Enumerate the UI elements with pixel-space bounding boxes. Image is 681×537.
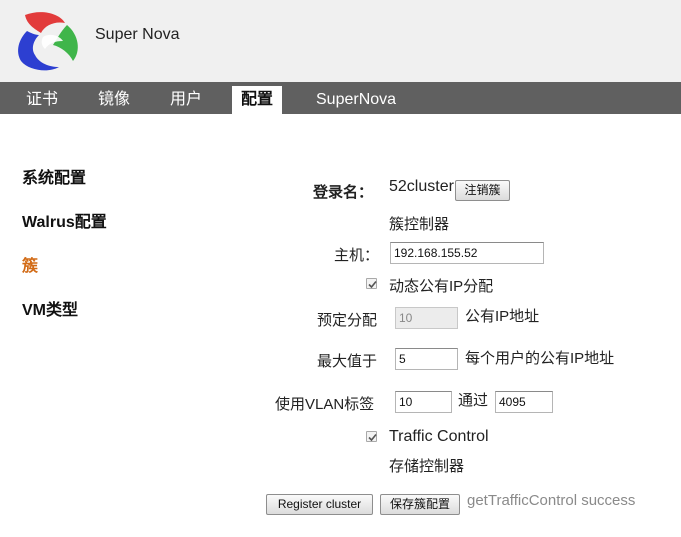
traffic-control-label: Traffic Control: [389, 428, 489, 445]
register-cluster-button[interactable]: Register cluster: [266, 494, 373, 515]
checkmark-icon: [368, 433, 377, 442]
supernova-logo-icon: [18, 12, 78, 71]
checkmark-icon: [368, 280, 377, 289]
vlan-label: 使用VLAN标签: [275, 396, 375, 413]
app-title: Super Nova: [95, 26, 180, 43]
dynamic-public-ip-label: 动态公有IP分配: [389, 278, 494, 295]
tab-certificates[interactable]: 证书: [26, 82, 58, 114]
sidebar-item-vm-types[interactable]: VM类型: [22, 296, 78, 320]
status-message: getTrafficControl success: [467, 492, 636, 509]
vlan-through-label: 通过: [458, 392, 489, 409]
max-label: 最大值于: [317, 353, 378, 370]
tab-configuration[interactable]: 配置: [232, 86, 283, 114]
storage-controller-heading: 存储控制器: [389, 458, 465, 475]
reserved-label: 预定分配: [317, 312, 378, 329]
vlan-to-input[interactable]: [495, 391, 553, 413]
reserved-ip-input[interactable]: [395, 307, 458, 329]
deregister-cluster-button[interactable]: 注销簇: [455, 180, 510, 201]
sidebar-item-walrus-config[interactable]: Walrus配置: [22, 208, 107, 232]
tab-supernova[interactable]: SuperNova: [316, 82, 396, 114]
tab-users[interactable]: 用户: [170, 82, 202, 114]
sidebar-item-system-config[interactable]: 系统配置: [22, 164, 86, 188]
sidebar-item-clusters[interactable]: 簇: [22, 252, 38, 276]
cluster-controller-heading: 簇控制器: [389, 216, 450, 233]
max-ip-per-user-input[interactable]: [395, 348, 458, 370]
dynamic-public-ip-checkbox[interactable]: [366, 278, 377, 289]
max-suffix: 每个用户的公有IP地址: [465, 350, 615, 367]
cluster-name-value: 52cluster: [389, 178, 454, 195]
save-cluster-config-button[interactable]: 保存簇配置: [380, 494, 460, 515]
host-input[interactable]: [390, 242, 544, 264]
app-header: Super Nova: [0, 0, 681, 82]
host-label: 主机：: [334, 247, 380, 264]
login-name-label: 登录名：: [313, 184, 374, 201]
vlan-from-input[interactable]: [395, 391, 452, 413]
reserved-suffix: 公有IP地址: [465, 308, 540, 325]
tab-images[interactable]: 镜像: [98, 82, 130, 114]
main-nav: 证书 镜像 用户 配置 SuperNova: [0, 82, 681, 114]
traffic-control-checkbox[interactable]: [366, 431, 377, 442]
